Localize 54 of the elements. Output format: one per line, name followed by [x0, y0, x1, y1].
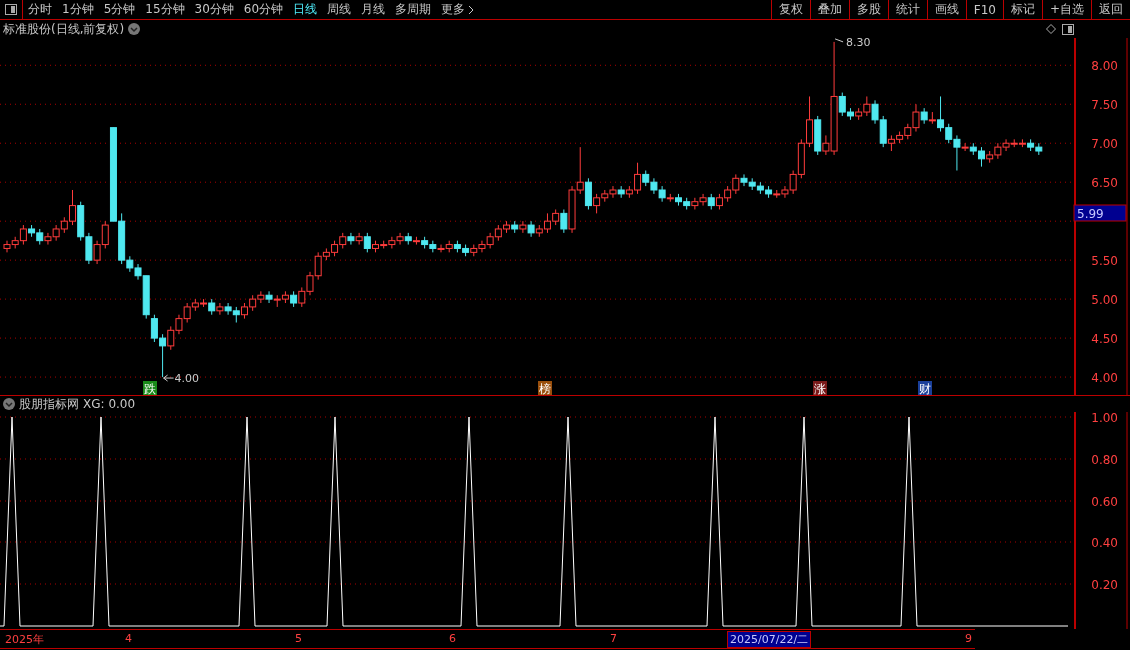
toolbar-button[interactable]: 统计 — [887, 0, 927, 19]
date-label: 4 — [125, 632, 132, 645]
panel-toggle-icon[interactable] — [1062, 23, 1074, 35]
chart-title: 标准股份(日线,前复权) — [3, 20, 125, 38]
price-label: 8.00 — [1091, 59, 1118, 74]
price-label: 6.50 — [1091, 176, 1118, 191]
toolbar-button[interactable]: 画线 — [926, 0, 966, 19]
chevron-icon — [468, 4, 475, 15]
toolbar-button[interactable]: 标记 — [1002, 0, 1042, 19]
toolbar-button[interactable]: 复权 — [770, 0, 810, 19]
date-label: 2025年 — [5, 632, 44, 647]
date-label: 6 — [449, 632, 456, 645]
period-tab[interactable]: 5分钟 — [98, 0, 141, 19]
price-label: 4.50 — [1091, 332, 1118, 347]
toolbar-button[interactable]: 返回 — [1091, 0, 1130, 19]
period-tab[interactable]: 月线 — [356, 0, 391, 19]
price-label: 5.50 — [1091, 254, 1118, 269]
period-tab[interactable]: 60分钟 — [238, 0, 289, 19]
signal-badge[interactable]: 跌 — [143, 381, 157, 395]
cursor-date: 2025/07/22/二 — [727, 631, 812, 648]
signal-badge[interactable]: 涨 — [813, 381, 827, 395]
indicator-axis-label: 0.80 — [1091, 453, 1118, 467]
current-price-tag: 5.99 — [1073, 204, 1127, 222]
price-label: 5.00 — [1091, 293, 1118, 308]
indicator-axis-label: 0.40 — [1091, 536, 1118, 550]
dropdown-icon[interactable] — [128, 23, 141, 35]
signal-badge[interactable]: 榜 — [538, 381, 552, 395]
collapse-icon[interactable] — [3, 398, 15, 410]
toolbar-button[interactable]: +自选 — [1041, 0, 1091, 19]
period-tab[interactable]: 分时 — [23, 0, 57, 19]
date-label: 9 — [965, 632, 972, 645]
toolbar-button[interactable]: F10 — [965, 0, 1003, 19]
diamond-icon[interactable] — [1046, 24, 1056, 34]
price-label: 7.50 — [1091, 98, 1118, 113]
price-label: 7.00 — [1091, 137, 1118, 152]
toolbar-button[interactable]: 多股 — [848, 0, 888, 19]
date-label: 7 — [610, 632, 617, 645]
indicator-title: 股朋指标网 — [19, 395, 79, 413]
period-tab[interactable]: 日线 — [288, 0, 323, 19]
indicator-axis-label: 0.60 — [1091, 495, 1118, 509]
panel-toggle-icon[interactable] — [5, 4, 17, 15]
price-label: 4.00 — [1091, 371, 1118, 386]
toolbar-button[interactable]: 叠加 — [809, 0, 849, 19]
signal-badge[interactable]: 财 — [918, 381, 932, 395]
period-tab[interactable]: 15分钟 — [140, 0, 190, 19]
period-tab[interactable]: 多周期 — [390, 0, 437, 19]
indicator-axis-label: 1.00 — [1091, 412, 1118, 425]
date-label: 5 — [295, 632, 302, 645]
period-tab[interactable]: 30分钟 — [189, 0, 239, 19]
period-tab[interactable]: 周线 — [322, 0, 357, 19]
indicator-readout: XG: 0.00 — [83, 397, 136, 411]
indicator-axis-label: 0.20 — [1091, 578, 1118, 592]
more-menu[interactable]: 更多 — [436, 0, 480, 19]
period-tab[interactable]: 1分钟 — [57, 0, 99, 19]
